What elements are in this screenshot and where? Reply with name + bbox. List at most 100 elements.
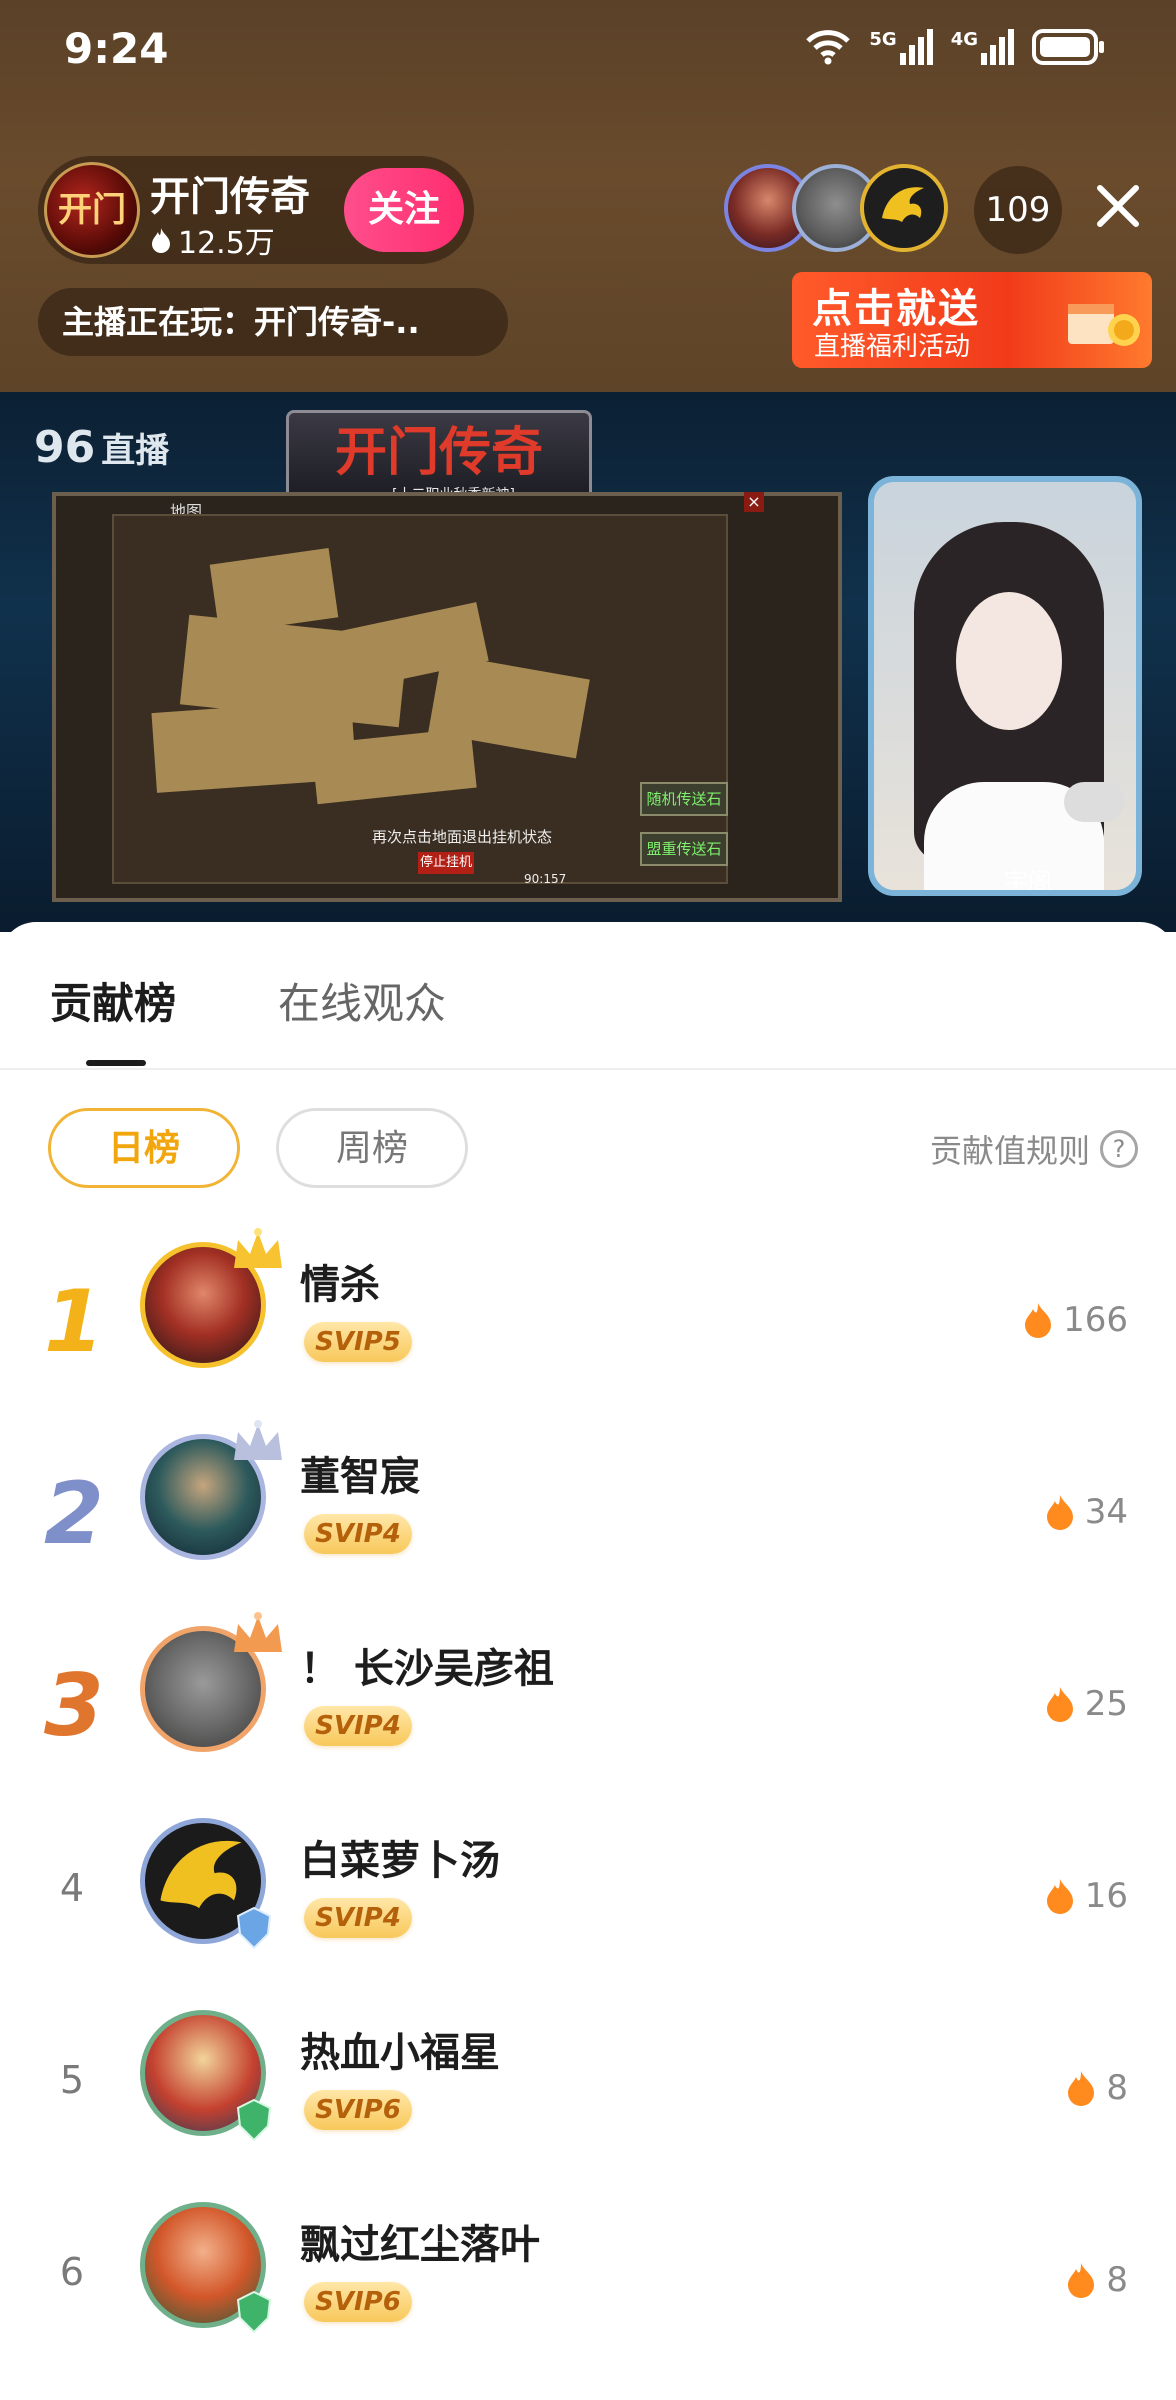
user-avatar[interactable] bbox=[140, 1612, 282, 1766]
fire-icon bbox=[152, 228, 170, 253]
score-value: 34 bbox=[1084, 1492, 1128, 1532]
tab-contribution[interactable]: 贡献榜 bbox=[50, 970, 176, 1031]
tab-divider bbox=[0, 1068, 1176, 1070]
viewer-count[interactable]: 109 bbox=[974, 166, 1062, 254]
user-avatar[interactable] bbox=[140, 1228, 282, 1382]
user-avatar[interactable] bbox=[140, 1420, 282, 1574]
map-teleport-random-button: 随机传送石 bbox=[640, 782, 728, 816]
svip-badge: SVIP4 bbox=[304, 1514, 412, 1554]
streamer-avatar[interactable]: 开门 bbox=[44, 162, 140, 258]
blue-shield-icon bbox=[236, 1906, 272, 1950]
score-value: 166 bbox=[1063, 1300, 1128, 1340]
user-avatar[interactable] bbox=[140, 2010, 280, 2150]
streamer-name: 开门传奇 bbox=[150, 174, 310, 220]
contribution-score: 166 bbox=[1023, 1300, 1128, 1340]
network-5g-label: 5G bbox=[869, 29, 897, 50]
tab-online-viewers[interactable]: 在线观众 bbox=[278, 970, 446, 1031]
user-name: 董智宸 bbox=[300, 1454, 420, 1500]
status-icons: 5G 4G bbox=[805, 28, 1106, 66]
streamer-info[interactable]: 开门 开门传奇 12.5万 关注 bbox=[38, 156, 474, 264]
signal-4g-icon: 4G bbox=[951, 29, 1014, 65]
map-teleport-city-button: 盟重传送石 bbox=[640, 832, 728, 866]
ranking-row[interactable]: 1 情杀 SVIP5 166 bbox=[0, 1222, 1176, 1414]
rank-number: 6 bbox=[59, 2250, 85, 2294]
fire-icon bbox=[1046, 1687, 1073, 1722]
contribution-score: 8 bbox=[1066, 2260, 1128, 2300]
fire-icon bbox=[1046, 1495, 1073, 1530]
fire-icon bbox=[1025, 1303, 1052, 1338]
platform-logo-text: 直播 bbox=[101, 431, 170, 471]
viewer-avatar[interactable] bbox=[860, 164, 948, 252]
score-value: 8 bbox=[1106, 2260, 1128, 2300]
status-time: 9:24 bbox=[64, 24, 169, 73]
streamer-camera: 宇阁 bbox=[868, 476, 1142, 896]
user-name: 情杀 bbox=[300, 1262, 380, 1308]
gift-icon bbox=[1068, 304, 1140, 346]
contribution-score: 34 bbox=[1045, 1492, 1128, 1532]
contribution-rules-link[interactable]: 贡献值规则 ? bbox=[930, 1126, 1138, 1172]
active-tab-indicator bbox=[86, 1060, 146, 1066]
map-hint: 再次点击地面退出挂机状态 bbox=[372, 828, 553, 846]
bronze-crown-icon bbox=[234, 1612, 282, 1652]
ranking-row[interactable]: 5 热血小福星 SVIP6 8 bbox=[0, 1990, 1176, 2182]
rank-number: 1 bbox=[44, 1272, 104, 1372]
rank-number: 2 bbox=[44, 1464, 104, 1564]
user-name: 飘过红尘落叶 bbox=[300, 2222, 540, 2268]
green-shield-icon bbox=[236, 2290, 272, 2334]
signal-5g-icon: 5G bbox=[869, 29, 933, 65]
battery-icon bbox=[1032, 29, 1104, 65]
svip-badge: SVIP4 bbox=[304, 1706, 412, 1746]
ranking-row[interactable]: 3 ！ 长沙吴彦祖 SVIP4 25 bbox=[0, 1606, 1176, 1798]
green-shield-icon bbox=[236, 2098, 272, 2142]
rank-number: 4 bbox=[59, 1866, 85, 1910]
ranking-row[interactable]: 4 白菜萝卜汤 SVIP4 16 bbox=[0, 1798, 1176, 1990]
follow-button[interactable]: 关注 bbox=[344, 168, 464, 252]
score-value: 25 bbox=[1084, 1684, 1128, 1724]
user-avatar[interactable] bbox=[140, 2202, 280, 2342]
live-video[interactable]: 96直播 开门传奇 [十二职业秋季新神] 地图 × 随机传送石 盟重传送石 再次… bbox=[0, 392, 1176, 932]
silver-crown-icon bbox=[234, 1420, 282, 1460]
contribution-score: 8 bbox=[1066, 2068, 1128, 2108]
help-icon: ? bbox=[1100, 1130, 1138, 1168]
user-name: 白菜萝卜汤 bbox=[300, 1838, 500, 1884]
platform-logo-number: 96 bbox=[34, 422, 96, 473]
fire-icon bbox=[1068, 2263, 1095, 2298]
weekly-rank-chip[interactable]: 周榜 bbox=[276, 1108, 468, 1188]
streamer-tag: 宇阁 bbox=[1004, 868, 1052, 896]
svip-badge: SVIP6 bbox=[304, 2282, 412, 2322]
ranking-row[interactable]: 6 飘过红尘落叶 SVIP6 8 bbox=[0, 2182, 1176, 2374]
rank-number: 3 bbox=[44, 1656, 104, 1756]
promo-subtitle: 直播福利活动 bbox=[814, 332, 971, 362]
rules-label: 贡献值规则 bbox=[929, 1132, 1090, 1170]
wifi-icon bbox=[806, 30, 851, 65]
streamer-fans-count: 12.5万 bbox=[178, 226, 275, 261]
platform-logo: 96 直播 bbox=[34, 422, 169, 473]
now-playing[interactable]: 主播正在玩：开门传奇-.. bbox=[38, 288, 508, 356]
live-header: 9:24 5G 4G 开门 开门传奇 12.5万 关注 109 主播正在玩：开门… bbox=[0, 0, 1176, 392]
close-icon[interactable] bbox=[1090, 178, 1146, 234]
svip-badge: SVIP6 bbox=[304, 2090, 412, 2130]
user-avatar[interactable] bbox=[140, 1818, 280, 1958]
network-4g-label: 4G bbox=[950, 29, 978, 50]
promo-banner[interactable]: 点击就送 直播福利活动 bbox=[792, 272, 1152, 368]
user-name: ！ 长沙吴彦祖 bbox=[300, 1646, 554, 1692]
map-close-icon: × bbox=[744, 492, 764, 512]
rank-number: 5 bbox=[59, 2058, 85, 2102]
ranking-row[interactable]: 2 董智宸 SVIP4 34 bbox=[0, 1414, 1176, 1606]
top-viewer-avatars[interactable] bbox=[724, 160, 964, 260]
fire-icon bbox=[1068, 2071, 1095, 2106]
contribution-sheet: 贡献榜 在线观众 日榜 周榜 贡献值规则 ? 1 情杀 SVIP5 166 2 bbox=[0, 922, 1176, 2400]
daily-rank-chip[interactable]: 日榜 bbox=[48, 1108, 240, 1188]
user-name: 热血小福星 bbox=[300, 2030, 500, 2076]
dragon-icon bbox=[882, 187, 924, 222]
contribution-score: 16 bbox=[1045, 1876, 1128, 1916]
streamer-fans: 12.5万 bbox=[150, 218, 275, 262]
svip-badge: SVIP5 bbox=[304, 1322, 412, 1362]
fire-icon bbox=[1046, 1879, 1073, 1914]
score-value: 16 bbox=[1084, 1876, 1128, 1916]
score-value: 8 bbox=[1106, 2068, 1128, 2108]
map-coords: 90:157 bbox=[524, 872, 567, 886]
gold-crown-icon bbox=[234, 1228, 282, 1268]
map-stop-button: 停止挂机 bbox=[418, 852, 474, 874]
svip-badge: SVIP4 bbox=[304, 1898, 412, 1938]
